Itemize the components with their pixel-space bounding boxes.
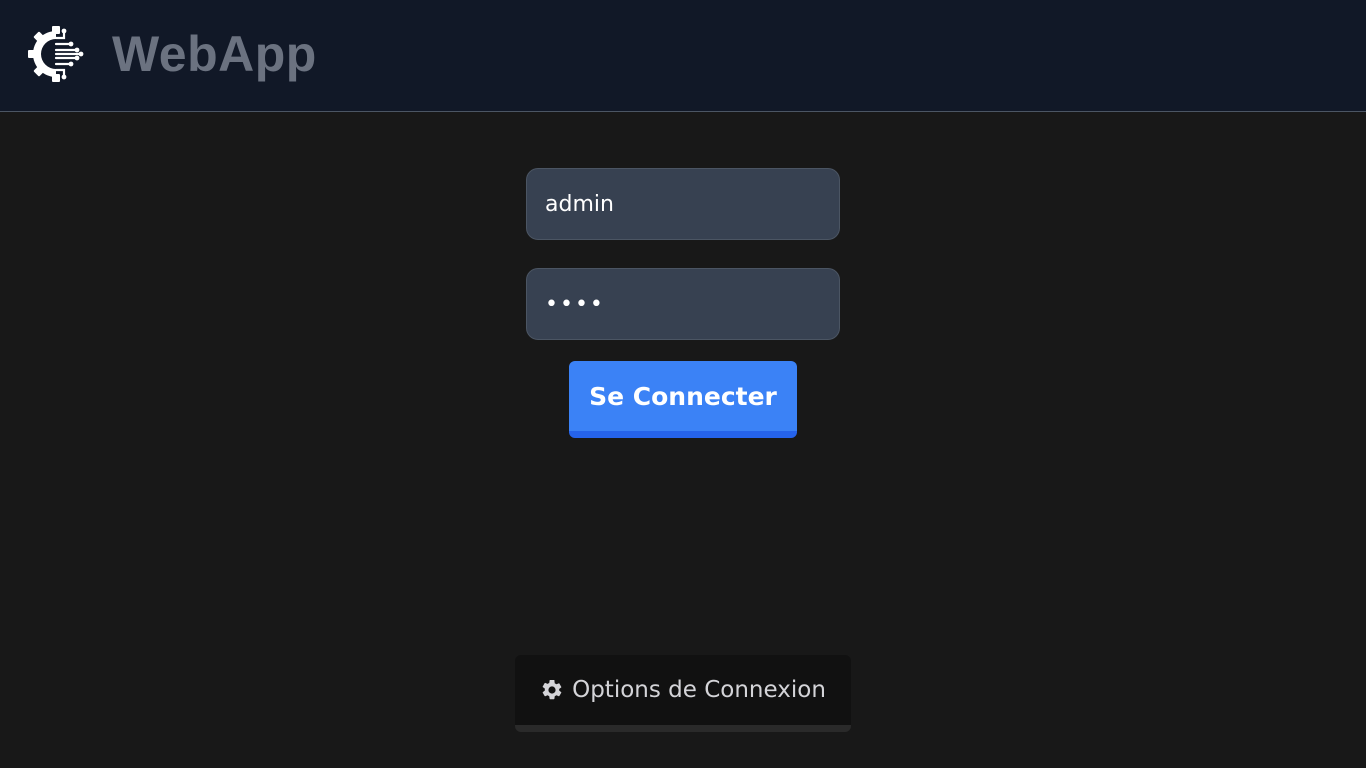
login-panel: Se Connecter Options de Connexion	[0, 112, 1366, 768]
login-options-button[interactable]: Options de Connexion	[515, 655, 851, 732]
login-button[interactable]: Se Connecter	[569, 361, 797, 438]
app-header: WebApp	[0, 0, 1366, 112]
gear-icon	[540, 678, 564, 702]
app-title: WebApp	[112, 26, 317, 82]
login-options-label: Options de Connexion	[572, 677, 826, 703]
circuit-gear-logo-icon	[26, 24, 86, 84]
username-input[interactable]	[526, 168, 840, 240]
password-input[interactable]	[526, 268, 840, 340]
